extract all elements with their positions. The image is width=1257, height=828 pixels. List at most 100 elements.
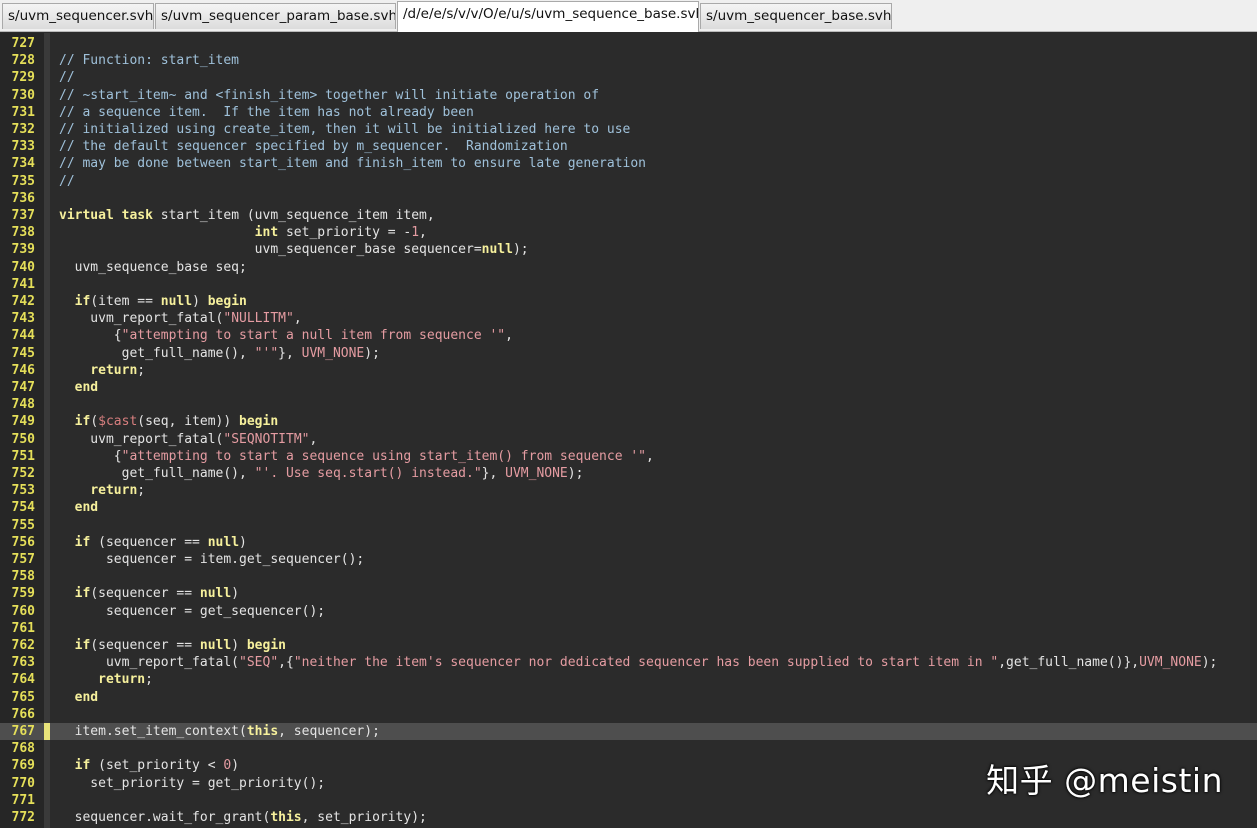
code-line[interactable]: 749 if($cast(seq, item)) begin bbox=[0, 413, 1257, 430]
code-text: sequencer = get_sequencer(); bbox=[59, 603, 326, 619]
code-line[interactable]: 727 bbox=[0, 35, 1257, 52]
code-line[interactable]: 750 uvm_report_fatal("SEQNOTITM", bbox=[0, 431, 1257, 448]
line-number: 772 bbox=[11, 810, 35, 825]
code-text: // the default sequencer specified by m_… bbox=[59, 139, 568, 155]
code-text: // bbox=[59, 70, 75, 86]
code-line[interactable]: 763 uvm_report_fatal("SEQ",{"neither the… bbox=[0, 654, 1257, 671]
line-number: 727 bbox=[11, 36, 35, 51]
code-line[interactable]: 734 // may be done between start_item and… bbox=[0, 155, 1257, 172]
code-line[interactable]: 732 // initialized using create_item, the… bbox=[0, 121, 1257, 138]
code-line[interactable]: 761 bbox=[0, 620, 1257, 637]
code-line[interactable]: 758 bbox=[0, 568, 1257, 585]
line-number: 739 bbox=[11, 242, 35, 258]
code-line[interactable]: 747 end bbox=[0, 379, 1257, 396]
tab-uvm-sequencer-base[interactable]: s/uvm_sequencer_base.svh bbox=[700, 3, 892, 29]
current-line-marker bbox=[44, 723, 50, 741]
tab-uvm-sequencer[interactable]: s/uvm_sequencer.svh bbox=[2, 3, 154, 29]
code-editor[interactable]: 727 728 // Function: start_item 729 // 730 // … bbox=[0, 33, 1257, 828]
code-line[interactable]: 728 // Function: start_item bbox=[0, 52, 1257, 69]
code-text: end bbox=[74, 380, 99, 395]
code-text: item.set_item_context(this, sequencer); bbox=[59, 724, 380, 739]
code-line[interactable]: 762 if(sequencer == null) begin bbox=[0, 637, 1257, 654]
code-line[interactable]: 743 uvm_report_fatal("NULLITM", bbox=[0, 310, 1257, 327]
code-text: if(sequencer == null) bbox=[74, 586, 240, 602]
code-line[interactable]: 757 sequencer = item.get_sequencer(); bbox=[0, 551, 1257, 568]
code-line[interactable]: 741 bbox=[0, 276, 1257, 293]
code-line[interactable]: 759 if(sequencer == null) bbox=[0, 585, 1257, 602]
tab-uvm-sequencer-param-base[interactable]: s/uvm_sequencer_param_base.svh bbox=[155, 3, 396, 29]
code-line[interactable]: 731 // a sequence item. If the item has n… bbox=[0, 104, 1257, 121]
code-line[interactable]: 733 // the default sequencer specified by… bbox=[0, 138, 1257, 155]
code-text: {"attempting to start a null item from s… bbox=[59, 328, 513, 344]
code-line[interactable]: 753 return; bbox=[0, 482, 1257, 499]
code-line[interactable]: 752 get_full_name(), "'. Use seq.start()… bbox=[0, 465, 1257, 482]
code-text: get_full_name(), "'"}, UVM_NONE); bbox=[59, 345, 380, 361]
line-number: 746 bbox=[11, 362, 35, 378]
line-number: 761 bbox=[11, 620, 35, 636]
code-line[interactable]: 748 bbox=[0, 396, 1257, 413]
line-number: 755 bbox=[11, 517, 35, 533]
code-text: // ~start_item~ and <finish_item> togeth… bbox=[59, 87, 600, 103]
line-number: 749 bbox=[11, 414, 35, 430]
code-line[interactable]: 754 end bbox=[0, 499, 1257, 516]
line-number: 771 bbox=[11, 792, 35, 808]
line-number: 741 bbox=[11, 276, 35, 292]
code-text: return; bbox=[98, 672, 153, 688]
code-line[interactable]: 730 // ~start_item~ and <finish_item> tog… bbox=[0, 87, 1257, 104]
code-line[interactable]: 736 bbox=[0, 190, 1257, 207]
code-text: if (sequencer == null) bbox=[74, 534, 247, 550]
code-line[interactable]: 742 if(item == null) begin bbox=[0, 293, 1257, 310]
tab-label: s/uvm_sequencer_param_base.svh bbox=[161, 8, 396, 24]
line-number: 728 bbox=[11, 53, 35, 69]
code-line[interactable]: 772 sequencer.wait_for_grant(this, set_p… bbox=[0, 809, 1257, 826]
code-line[interactable]: 764 return; bbox=[0, 671, 1257, 688]
tab-label: s/uvm_sequencer_base.svh bbox=[706, 8, 892, 24]
code-text: set_priority = get_priority(); bbox=[59, 775, 326, 791]
code-line[interactable]: 760 sequencer = get_sequencer(); bbox=[0, 603, 1257, 620]
line-number: 744 bbox=[11, 328, 35, 344]
code-text: return; bbox=[90, 483, 146, 499]
code-line[interactable]: 745 get_full_name(), "'"}, UVM_NONE); bbox=[0, 345, 1257, 362]
code-text: sequencer.wait_for_grant(this, set_prior… bbox=[59, 810, 427, 825]
line-number: 743 bbox=[11, 311, 35, 327]
code-line[interactable]: 744 {"attempting to start a null item fr… bbox=[0, 327, 1257, 344]
line-number: 766 bbox=[11, 706, 35, 722]
code-line[interactable]: 765 end bbox=[0, 689, 1257, 706]
line-number: 730 bbox=[11, 87, 35, 103]
code-text: {"attempting to start a sequence using s… bbox=[59, 448, 654, 464]
code-line[interactable]: 755 bbox=[0, 517, 1257, 534]
line-number: 753 bbox=[11, 483, 35, 499]
line-number: 769 bbox=[11, 758, 35, 774]
line-number: 756 bbox=[11, 534, 35, 550]
tab-uvm-sequence-base[interactable]: /d/e/e/s/v/v/O/e/u/s/uvm_sequence_base.s… bbox=[397, 1, 699, 32]
code-line[interactable]: 737 virtual task start_item (uvm_sequence… bbox=[0, 207, 1257, 224]
line-number: 737 bbox=[11, 208, 35, 223]
code-text: end bbox=[74, 689, 99, 705]
line-number: 757 bbox=[11, 552, 35, 567]
code-line[interactable]: 729 // bbox=[0, 69, 1257, 86]
code-text: end bbox=[74, 500, 99, 516]
line-number: 764 bbox=[11, 672, 35, 688]
line-number: 763 bbox=[11, 655, 35, 671]
code-line[interactable]: 746 return; bbox=[0, 362, 1257, 379]
current-code-line[interactable]: 767 item.set_item_context(this, sequence… bbox=[0, 723, 1257, 741]
code-text: uvm_report_fatal("NULLITM", bbox=[59, 311, 302, 327]
code-line[interactable]: 766 bbox=[0, 706, 1257, 723]
tab-bar: s/uvm_sequencer.svh s/uvm_sequencer_para… bbox=[0, 0, 1257, 32]
line-number: 767 bbox=[11, 724, 35, 739]
line-number: 742 bbox=[11, 294, 35, 309]
line-number: 748 bbox=[11, 397, 35, 413]
code-line[interactable]: 740 uvm_sequence_base seq; bbox=[0, 259, 1257, 276]
code-text: get_full_name(), "'. Use seq.start() ins… bbox=[59, 466, 584, 481]
code-line[interactable]: 756 if (sequencer == null) bbox=[0, 534, 1257, 551]
code-line[interactable]: 751 {"attempting to start a sequence usi… bbox=[0, 448, 1257, 465]
code-text: virtual task start_item (uvm_sequence_it… bbox=[59, 208, 435, 223]
code-text: // Function: start_item bbox=[59, 53, 240, 69]
code-line[interactable]: 739 uvm_sequencer_base sequencer=null); bbox=[0, 241, 1257, 258]
line-number: 732 bbox=[11, 122, 35, 137]
code-line[interactable]: 738 int set_priority = -1, bbox=[0, 224, 1257, 241]
line-number: 747 bbox=[11, 380, 35, 395]
code-line[interactable]: 735 // bbox=[0, 173, 1257, 190]
line-number: 745 bbox=[11, 345, 35, 361]
code-text: uvm_report_fatal("SEQNOTITM", bbox=[59, 431, 318, 447]
